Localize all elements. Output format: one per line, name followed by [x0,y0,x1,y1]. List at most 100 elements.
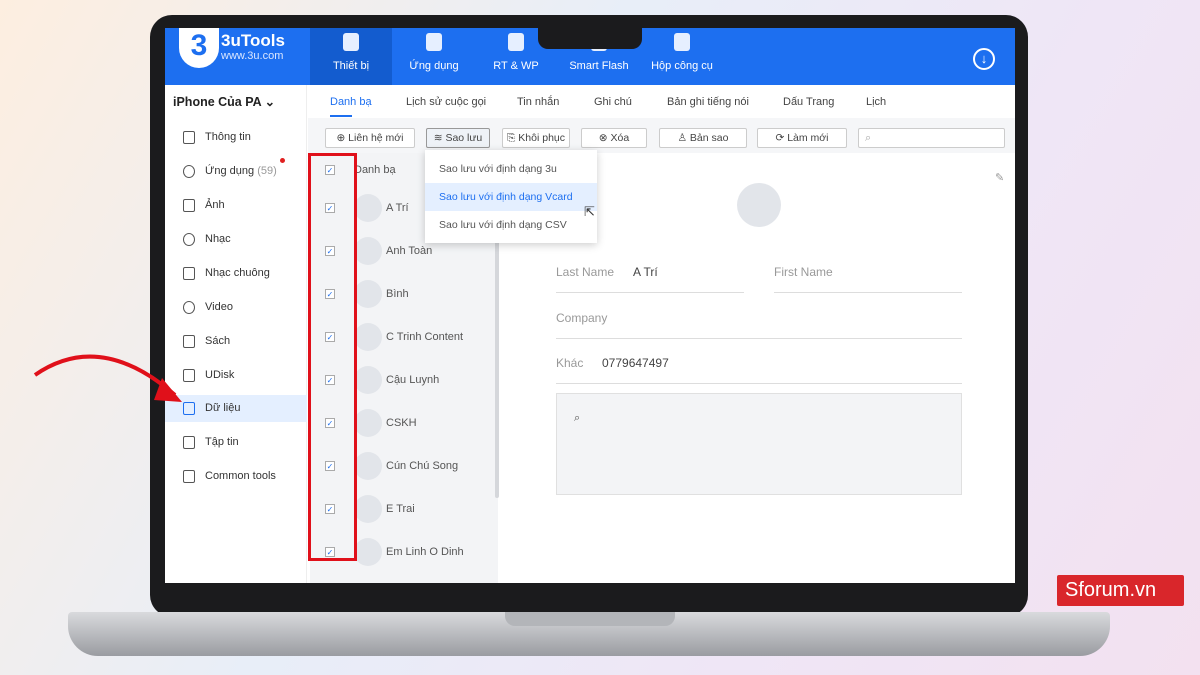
contact-name: E Trai [386,503,415,515]
last-name-label: Last Name [556,265,615,279]
menu-item-backup-3u[interactable]: Sao lưu với định dạng 3u [425,155,597,183]
restore-button[interactable]: ⎘ Khôi phục [502,128,570,148]
refresh-button[interactable]: ⟳ Làm mới [757,128,847,148]
folder-icon [183,436,195,449]
divider [556,292,744,293]
sidebar-label: Thông tin [205,131,251,143]
device-selector[interactable]: iPhone Của PA ⌄ [173,94,275,109]
last-name-value[interactable]: A Trí [633,265,658,279]
sidebar-label: Nhạc chuông [205,267,270,279]
copy-button[interactable]: ♙ Bản sao [659,128,747,148]
tab-underline [330,115,352,117]
tab-calendar[interactable]: Lịch [866,96,886,108]
image-icon [183,199,195,212]
search-icon: ⌕ [574,412,581,424]
watermark-logo: Sforum.vn [1057,575,1184,606]
red-arrow-icon [33,354,182,402]
nav-toolbox[interactable]: Hộp công cụ [642,28,722,85]
contact-avatar [354,495,382,523]
highlight-box [308,153,357,561]
mouse-cursor-icon: ⇱ [584,204,595,219]
new-contact-button[interactable]: ⊕ Liên hệ mới [325,128,415,148]
sidebar-item-ringtones[interactable]: Nhạc chuông [165,260,307,287]
sidebar-item-files[interactable]: Tập tin [165,429,307,456]
first-name-label: First Name [774,265,833,279]
music-icon [183,233,195,246]
tab-contacts[interactable]: Danh bạ [330,96,372,108]
tab-bookmarks[interactable]: Dấu Trang [783,96,834,108]
contact-avatar [354,280,382,308]
nav-apps[interactable]: Ứng dụng [392,28,476,85]
contact-name: C Trinh Content [386,331,464,343]
nav-label: Smart Flash [569,60,629,72]
divider [556,383,962,384]
nav-label: Hộp công cụ [651,60,713,72]
grid-icon [183,470,195,483]
brand-name: 3uTools [221,31,285,50]
contact-avatar [354,538,382,566]
search-icon: ⌕ [865,132,872,144]
search-input[interactable]: ⌕ [858,128,1005,148]
download-icon[interactable]: ↓ [973,48,995,70]
logo-icon: 3 [179,28,219,68]
contact-name: A Trí [386,202,409,214]
contact-avatar [354,366,382,394]
sidebar-item-common-tools[interactable]: Common tools [165,463,307,490]
nav-label: Thiết bị [332,60,370,72]
sidebar-label: Common tools [205,470,276,482]
sidebar-item-video[interactable]: Video [165,294,307,321]
tab-voice-memos[interactable]: Bản ghi tiếng nói [667,96,749,108]
app-window: 3 3uTools www.3u.com Thiết bị Ứng dụng R… [165,28,1015,583]
contact-avatar [354,323,382,351]
brand-site: www.3u.com [221,50,284,62]
contact-name: Bình [386,288,409,300]
sidebar-label: Ảnh [205,199,225,211]
phone-icon [183,131,195,144]
sidebar-label: UDisk [205,369,235,381]
sidebar-item-photos[interactable]: Ảnh [165,192,307,219]
contact-avatar [354,409,382,437]
notification-dot [279,158,285,163]
list-header-label: Danh bạ [354,164,396,176]
apps-icon [183,165,195,178]
sidebar-label: Video [205,301,233,313]
delete-button[interactable]: ⊗ Xóa [581,128,647,148]
tab-notes[interactable]: Ghi chú [594,96,632,108]
tab-messages[interactable]: Tin nhắn [517,96,559,108]
company-label: Company [556,311,608,325]
sidebar-label: Ứng dụng [205,165,255,177]
contact-name: Cậu Luynh [386,374,440,386]
avatar [737,183,781,227]
backup-button[interactable]: ≋ Sao lưu [426,128,490,148]
nav-label: RT & WP [493,60,539,72]
sidebar-item-apps[interactable]: Ứng dụng (59) [165,158,307,185]
menu-item-backup-vcard[interactable]: Sao lưu với định dạng Vcard [425,183,597,211]
sidebar-item-music[interactable]: Nhạc [165,226,307,253]
contact-avatar [354,452,382,480]
sidebar-label: Nhạc [205,233,231,245]
edit-icon[interactable]: ✎ [995,171,1004,184]
divider [774,292,962,293]
bell-icon [183,267,195,280]
sidebar-item-info[interactable]: Thông tin [165,124,307,151]
toolbox-icon [674,33,690,51]
music-icon [508,33,524,51]
play-icon [183,301,195,314]
backup-dropdown-menu: Sao lưu với định dạng 3u Sao lưu với địn… [425,150,597,243]
nav-label: Ứng dụng [409,60,459,72]
contact-name: Em Linh O Dinh [386,546,464,558]
sidebar: iPhone Của PA ⌄ Thông tin Ứng dụng (59) … [165,85,307,583]
menu-item-backup-csv[interactable]: Sao lưu với định dạng CSV [425,211,597,239]
contact-name: Anh Toàn [386,245,433,257]
contact-avatar [354,194,382,222]
tab-call-history[interactable]: Lịch sử cuộc gọi [406,96,486,108]
other-label: Khác [556,356,584,370]
note-field[interactable]: ⌕ [556,393,962,495]
phone-value[interactable]: 0779647497 [602,356,669,370]
camera-notch [538,28,642,49]
nav-device[interactable]: Thiết bị [310,28,392,85]
apps-icon [426,33,442,51]
sidebar-label: Sách [205,335,231,347]
sidebar-label: Tập tin [205,436,239,448]
apps-count: (59) [257,165,277,177]
